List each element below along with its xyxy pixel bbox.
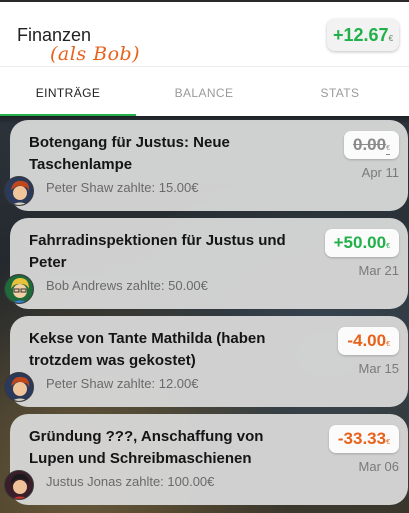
entry-date: Mar 06	[358, 459, 399, 474]
entry-title: Kekse von Tante Mathilda (haben trotzdem…	[29, 330, 266, 369]
entry-amount-currency: €	[386, 145, 390, 152]
entry-title: Fahrradinspektionen für Justus und Peter	[29, 232, 286, 271]
entry-amount-currency: €	[386, 341, 390, 348]
entry-payer: Peter Shaw zahlte: 12.00€	[46, 376, 199, 391]
entries-list[interactable]: Botengang für Justus: Neue Taschenlampe …	[0, 116, 409, 513]
entry-date: Mar 21	[358, 263, 399, 278]
entry-amount-value: 0.00	[353, 135, 387, 154]
entry-amount: -33.33€	[328, 425, 399, 453]
entry-title: Botengang für Justus: Neue Taschenlampe	[29, 134, 230, 173]
entry-payer: Justus Jonas zahlte: 100.00€	[46, 474, 215, 489]
peter-avatar	[4, 372, 34, 402]
tab-balance[interactable]: BALANCE	[136, 67, 272, 117]
tab-bar: EINTRÄGE BALANCE STATS	[0, 66, 409, 117]
tab-stats[interactable]: STATS	[272, 67, 408, 117]
entry-card[interactable]: Fahrradinspektionen für Justus und Peter…	[4, 218, 408, 309]
entry-payer: Bob Andrews zahlte: 50.00€	[46, 278, 208, 293]
entry-amount-value: -4.00	[347, 331, 387, 350]
entry-date: Mar 15	[358, 361, 399, 376]
total-balance-value: +12.67	[333, 25, 389, 45]
peter-avatar	[4, 176, 34, 206]
bob-avatar	[4, 274, 34, 304]
entry-card[interactable]: Gründung ???, Anschaffung von Lupen und …	[4, 414, 408, 505]
entry-date: Apr 11	[361, 165, 399, 180]
app-bar: Finanzen (als Bob) +12.67€	[0, 0, 409, 66]
total-balance-badge[interactable]: +12.67€	[327, 19, 399, 51]
entry-card[interactable]: Botengang für Justus: Neue Taschenlampe …	[4, 120, 408, 211]
entry-payer: Peter Shaw zahlte: 15.00€	[46, 180, 199, 195]
handwritten-annotation: (als Bob)	[50, 43, 141, 65]
entry-amount-currency: €	[386, 243, 390, 250]
entry-amount: +50.00€	[324, 229, 399, 257]
total-balance-currency: €	[388, 34, 394, 43]
entry-card[interactable]: Kekse von Tante Mathilda (haben trotzdem…	[4, 316, 408, 407]
entry-amount-value: -33.33	[337, 429, 387, 448]
justus-avatar	[4, 470, 34, 500]
status-edge	[0, 0, 409, 2]
entry-amount: -4.00€	[338, 327, 399, 355]
entry-amount-currency: €	[386, 439, 390, 446]
tab-eintraege[interactable]: EINTRÄGE	[0, 67, 136, 117]
entry-amount: 0.00€	[344, 131, 399, 159]
entry-title: Gründung ???, Anschaffung von Lupen und …	[29, 428, 264, 467]
entry-amount-value: +50.00	[333, 233, 387, 252]
